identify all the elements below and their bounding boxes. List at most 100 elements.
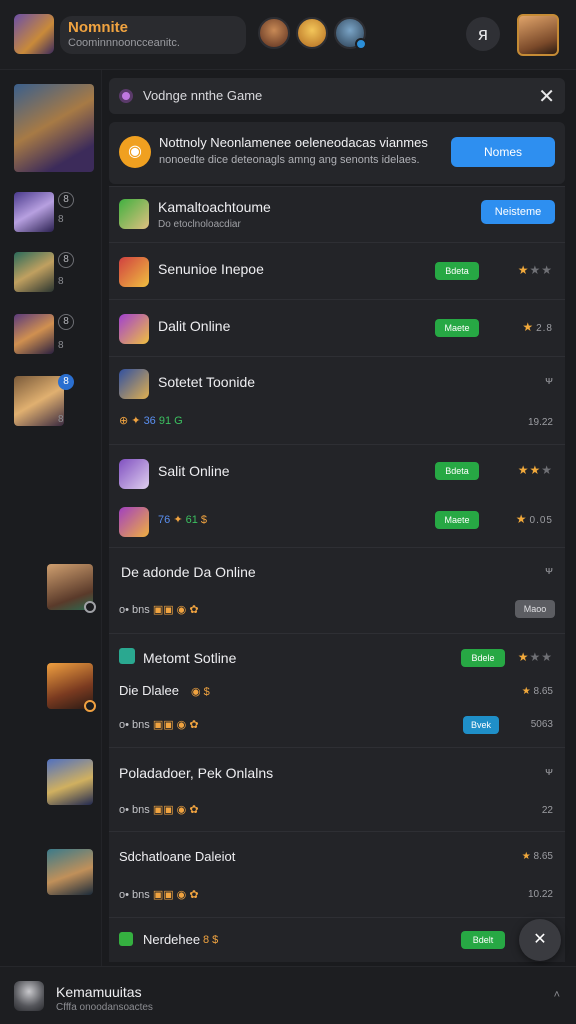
rail-item-sub: 8 bbox=[58, 340, 64, 351]
meta-gold: 8 $ bbox=[203, 934, 219, 946]
app-logo[interactable] bbox=[14, 14, 54, 54]
meta-gold: $ bbox=[200, 514, 208, 526]
promo-line1: Nottnoly Neonlamenee oeleneodacas vianme… bbox=[159, 135, 428, 150]
item-title: Dalit Online bbox=[158, 318, 231, 334]
status-badge: Maete bbox=[435, 511, 479, 529]
rail-item-thumbnail[interactable] bbox=[14, 192, 54, 232]
rail-item-sub: 8 bbox=[58, 414, 64, 425]
item-subtitle: Die Dlalee bbox=[119, 683, 179, 698]
status-badge: Bdeta bbox=[435, 462, 479, 480]
rail-item-badge: 8 bbox=[58, 252, 74, 268]
item-time: 5063 bbox=[530, 719, 553, 730]
chevron-up-icon[interactable]: ˄ bbox=[554, 989, 560, 1001]
item-title: Nerdehee bbox=[143, 932, 201, 947]
friend-avatar[interactable] bbox=[296, 17, 328, 49]
meta-text: o• bns bbox=[119, 889, 150, 901]
rating-value: 0.05 bbox=[529, 515, 553, 526]
item-meta: ⊕ ✦ 36 91 G bbox=[119, 415, 183, 427]
rating-stars: ★★★ bbox=[517, 463, 553, 477]
close-fab-button[interactable]: ✕ bbox=[519, 919, 561, 961]
game-icon bbox=[119, 257, 149, 287]
bottom-bar[interactable]: Kemamuuitas Cfffa onoodansoactes ˄ bbox=[0, 966, 576, 1024]
promo-button[interactable]: Nomes bbox=[451, 137, 555, 167]
list-item[interactable]: Kamaltoachtoume Do etoclnoloacdiar Neist… bbox=[109, 186, 565, 242]
status-indicator bbox=[84, 601, 96, 613]
list-item[interactable]: Salit Online Bdeta ★★★ 76 ✦ 61 $ Maete ★… bbox=[109, 444, 565, 547]
user-avatar[interactable] bbox=[14, 981, 44, 1011]
friend-avatar[interactable] bbox=[258, 17, 290, 49]
notice-bar: Vodnge nnthe Game ✕ bbox=[109, 78, 565, 114]
profile-avatar[interactable] bbox=[517, 14, 559, 56]
game-icon bbox=[119, 507, 149, 537]
left-rail: 8 8 8 8 8 8 8 8 bbox=[0, 70, 102, 966]
user-status: Cfffa onoodansoactes bbox=[56, 1002, 153, 1013]
item-meta: 8 $ bbox=[203, 934, 218, 946]
notice-close-icon[interactable]: ✕ bbox=[538, 84, 555, 109]
item-meta: ◉ $ bbox=[191, 686, 210, 698]
item-meta: o• bns ▣▣ ◉ ✿ bbox=[119, 604, 199, 616]
info-icon: ◉ bbox=[119, 136, 151, 168]
featured-hero-thumbnail[interactable] bbox=[14, 84, 94, 172]
rail-item-badge: 8 bbox=[58, 314, 74, 330]
friend-avatar[interactable] bbox=[334, 17, 367, 50]
rail-item-thumbnail[interactable] bbox=[14, 376, 64, 426]
list-item[interactable]: Senunioe Inepoe Bdeta ★★★ bbox=[109, 242, 565, 299]
main-list: Vodnge nnthe Game ✕ ◉ Nottnoly Neonlamen… bbox=[109, 78, 565, 962]
item-title: Sdchatloane Daleiot bbox=[119, 849, 236, 864]
item-meta: o• bns ▣▣ ◉ ✿ bbox=[119, 719, 199, 731]
game-icon bbox=[119, 648, 135, 664]
item-time: 19.22 bbox=[527, 417, 553, 428]
meta-text: o• bns bbox=[119, 719, 150, 731]
meta-text: o• bns bbox=[119, 604, 150, 616]
list-item[interactable]: Nerdehee 8 $ Bdelt bbox=[109, 917, 565, 962]
meta-blue: 76 bbox=[158, 514, 171, 526]
rating-stars: ★ 0.05 bbox=[515, 512, 553, 526]
list-item[interactable]: Metomt Sotline Bdele ★★★ Die Dlalee ◉ $ … bbox=[109, 633, 565, 747]
item-meta: 76 ✦ 61 $ bbox=[158, 514, 208, 526]
status-badge: Maete bbox=[435, 319, 479, 337]
app-title: Nomnite bbox=[68, 19, 128, 36]
notice-icon bbox=[119, 89, 133, 103]
notice-text: Vodnge nnthe Game bbox=[143, 88, 263, 103]
list-item[interactable]: Dalit Online Maete ★ 2.8 bbox=[109, 299, 565, 356]
status-indicator bbox=[84, 700, 96, 712]
list-item[interactable]: Sdchatloane Daleiot ★ 8.65 o• bns ▣▣ ◉ ✿… bbox=[109, 831, 565, 917]
item-title: Metomt Sotline bbox=[143, 650, 237, 666]
rating-stars: ★★★ bbox=[517, 263, 553, 277]
player-avatar[interactable] bbox=[47, 849, 93, 895]
item-more-icon[interactable]: ᴪ bbox=[545, 565, 553, 577]
status-badge: Bvek bbox=[463, 716, 499, 734]
item-time: 22 bbox=[541, 805, 553, 816]
item-meta: o• bns ▣▣ ◉ ✿ bbox=[119, 889, 199, 901]
title-pill[interactable]: Nomnite Coominnnooncceanitc. bbox=[60, 16, 246, 54]
item-rating-right: ★ 8.65 bbox=[521, 686, 553, 697]
item-action-button[interactable]: Neisteme bbox=[481, 200, 555, 224]
rating-stars: ★ 2.8 bbox=[522, 320, 553, 334]
list-item[interactable]: Sotetet Toonide ᴪ ⊕ ✦ 36 91 G 19.22 bbox=[109, 356, 565, 444]
list-item[interactable]: De adonde Da Online ᴪ o• bns ▣▣ ◉ ✿ Maoo bbox=[109, 547, 565, 633]
promo-banner: ◉ Nottnoly Neonlamenee oeleneodacas vian… bbox=[109, 122, 565, 184]
item-more-icon[interactable]: ᴪ bbox=[545, 766, 553, 778]
list-item[interactable]: Poladadoer, Pek Onlalns ᴪ o• bns ▣▣ ◉ ✿ … bbox=[109, 747, 565, 831]
item-time: 10.22 bbox=[527, 889, 553, 900]
rating-value: 2.8 bbox=[536, 323, 553, 334]
rail-item-badge: 8 bbox=[58, 374, 74, 390]
item-title: Sotetet Toonide bbox=[158, 374, 256, 390]
rail-item-sub: 8 bbox=[58, 276, 64, 287]
rail-item-thumbnail[interactable] bbox=[14, 252, 54, 292]
item-title: Salit Online bbox=[158, 463, 230, 479]
meta-text: o• bns bbox=[119, 804, 150, 816]
item-rating-value: 8.65 bbox=[533, 851, 553, 862]
player-avatar[interactable] bbox=[47, 759, 93, 805]
game-icon bbox=[119, 314, 149, 344]
rating-stars: ★★★ bbox=[517, 650, 553, 664]
close-button[interactable]: ᴙ bbox=[466, 17, 500, 51]
item-title: De adonde Da Online bbox=[121, 564, 256, 580]
item-title: Poladadoer, Pek Onlalns bbox=[119, 765, 274, 781]
user-name: Kemamuuitas bbox=[56, 984, 142, 1000]
rail-item-thumbnail[interactable] bbox=[14, 314, 54, 354]
game-icon bbox=[119, 459, 149, 489]
item-more-icon[interactable]: ᴪ bbox=[545, 375, 553, 387]
item-title: Senunioe Inepoe bbox=[158, 261, 264, 277]
game-icon bbox=[119, 932, 133, 946]
